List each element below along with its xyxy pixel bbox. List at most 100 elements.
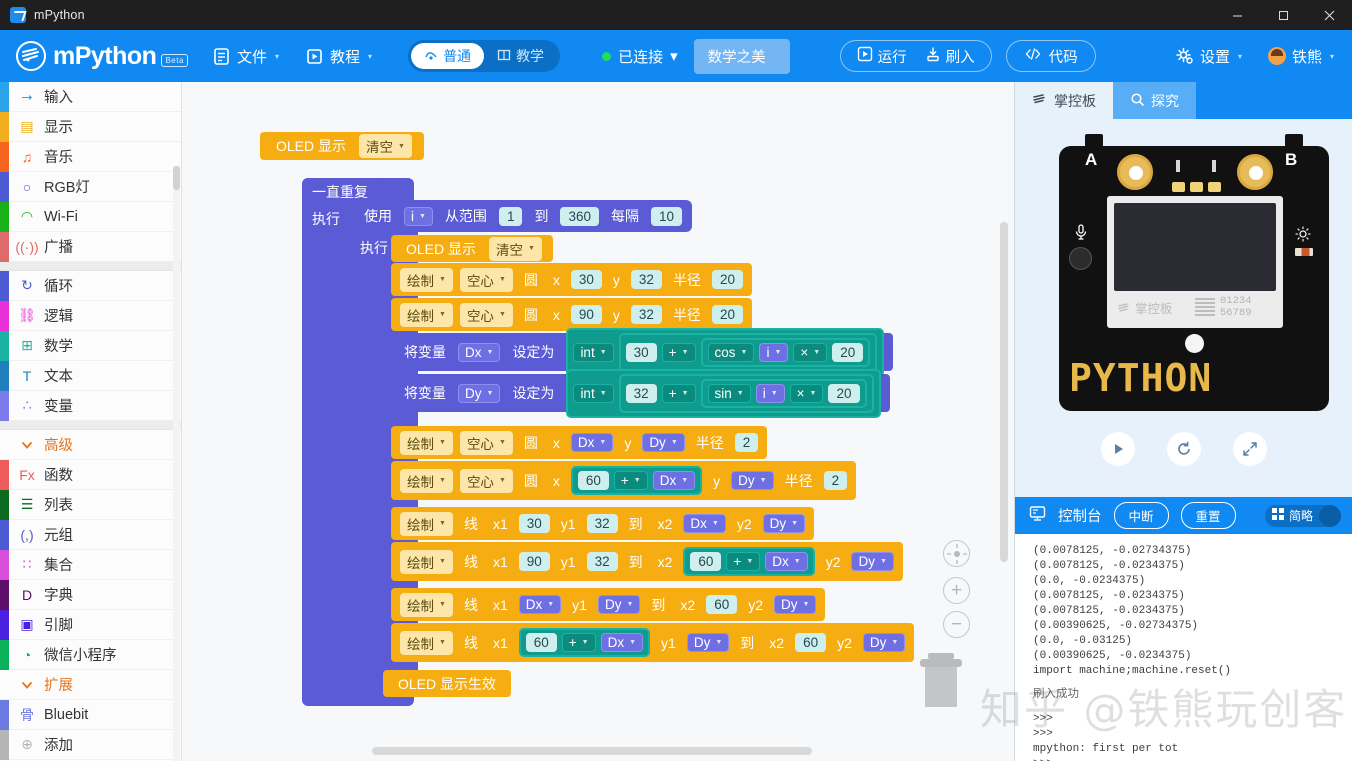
draw-mode-dropdown[interactable]: 绘制 ▼ bbox=[400, 511, 453, 536]
sidebar-item-0[interactable]: Fx 函数 bbox=[0, 460, 181, 490]
circle-x-field[interactable]: 30 bbox=[570, 270, 602, 289]
circle-r-field[interactable]: 2 bbox=[823, 471, 848, 490]
block-draw-line-4[interactable]: 绘制 ▼ 线 x1 60 + ▼ Dx ▼ y1 Dy ▼ 到 x2 60 y2 Dy ▼ bbox=[391, 623, 915, 662]
sidebar-item-0[interactable]: ⾻ Bluebit bbox=[0, 700, 181, 730]
cast-dropdown[interactable]: int ▼ bbox=[573, 383, 614, 403]
draw-mode-dropdown[interactable]: 绘制 ▼ bbox=[400, 267, 453, 292]
sidebar-item-3[interactable]: ○ RGB灯 bbox=[0, 172, 181, 202]
line-x2-field[interactable]: 60 bbox=[706, 595, 738, 614]
sim-fullscreen-button[interactable] bbox=[1233, 432, 1267, 466]
flash-button[interactable]: 刷入 bbox=[925, 46, 975, 67]
sidebar-item-1[interactable]: ▤ 显示 bbox=[0, 112, 181, 142]
trig-block[interactable]: cos ▼ i ▼ × ▼ 20 bbox=[700, 337, 871, 367]
settings-button[interactable]: 设置 ▾ bbox=[1175, 46, 1242, 67]
operand-base-field[interactable]: 60 bbox=[577, 471, 609, 490]
draw-mode-dropdown[interactable]: 绘制 ▼ bbox=[400, 430, 453, 455]
operand-variable[interactable]: Dx ▼ bbox=[600, 633, 644, 652]
close-button[interactable] bbox=[1306, 0, 1352, 30]
fill-mode-dropdown[interactable]: 空心 ▼ bbox=[459, 267, 513, 292]
sidebar-scrollbar-track[interactable] bbox=[173, 166, 180, 761]
mode-teaching-tab[interactable]: 教学 bbox=[484, 43, 557, 69]
code-button[interactable]: 代码 bbox=[1005, 40, 1096, 72]
workspace-scrollbar-horizontal[interactable] bbox=[372, 747, 812, 755]
sidebar-item-3[interactable]: ∷ 集合 bbox=[0, 550, 181, 580]
console-brief-toggle[interactable]: 简略 bbox=[1265, 504, 1341, 527]
arith-block-add[interactable]: 60 + ▼ Dx ▼ bbox=[518, 628, 651, 657]
block-oled-show[interactable]: OLED 显示生效 bbox=[383, 670, 512, 697]
trig-arg-variable[interactable]: i ▼ bbox=[759, 342, 789, 362]
draw-mode-dropdown[interactable]: 绘制 ▼ bbox=[400, 592, 453, 617]
trig-function-dropdown[interactable]: cos ▼ bbox=[707, 342, 755, 362]
operator-dropdown[interactable]: + ▼ bbox=[661, 383, 696, 403]
line-y1-field[interactable]: 32 bbox=[586, 514, 618, 533]
trash-can-icon[interactable] bbox=[914, 645, 968, 709]
trig-arg-variable[interactable]: i ▼ bbox=[755, 383, 785, 403]
sidebar-group-extension[interactable]: 扩展 bbox=[0, 670, 181, 700]
circle-r-field[interactable]: 20 bbox=[711, 270, 743, 289]
sidebar-item-1[interactable]: ☰ 列表 bbox=[0, 490, 181, 520]
circle-y-variable[interactable]: Dy ▼ bbox=[731, 471, 774, 490]
multiply-operator-dropdown[interactable]: × ▼ bbox=[789, 383, 824, 403]
connection-status[interactable]: 已连接 ▾ bbox=[602, 46, 678, 67]
home-button-icon[interactable] bbox=[1185, 334, 1204, 353]
variable-dropdown[interactable]: Dx ▼ bbox=[458, 342, 501, 362]
line-x2-field[interactable]: 60 bbox=[795, 633, 827, 652]
line-y1-variable[interactable]: Dy ▼ bbox=[686, 633, 730, 652]
project-name-field[interactable]: 数学之美 bbox=[693, 38, 790, 74]
draw-mode-dropdown[interactable]: 绘制 ▼ bbox=[400, 468, 453, 493]
sidebar-item-2[interactable]: ⊞ 数学 bbox=[0, 331, 181, 361]
sidebar-item-2[interactable]: ♫ 音乐 bbox=[0, 142, 181, 172]
block-oled-clear-top[interactable]: OLED 显示 清空 ▼ bbox=[260, 132, 424, 160]
board-simulator[interactable]: A B 掌控板 01234 56789 PYTHON bbox=[1059, 134, 1329, 411]
line-x1-variable[interactable]: Dx ▼ bbox=[518, 595, 562, 614]
multiplier-field[interactable]: 20 bbox=[832, 342, 864, 362]
console-interrupt-button[interactable]: 中断 bbox=[1113, 502, 1169, 529]
draw-mode-dropdown[interactable]: 绘制 ▼ bbox=[400, 302, 453, 327]
fill-mode-dropdown[interactable]: 空心 ▼ bbox=[459, 430, 513, 455]
sidebar-scrollbar-thumb[interactable] bbox=[173, 166, 180, 190]
sidebar-item-4[interactable]: ◠ Wi-Fi bbox=[0, 202, 181, 232]
int-cast-block[interactable]: int ▼ 32 + ▼ sin ▼ i ▼ × ▼ 20 bbox=[566, 368, 881, 418]
arith-block-add[interactable]: 30 + ▼ cos ▼ i ▼ × ▼ 20 bbox=[618, 332, 878, 372]
arith-block-add[interactable]: 60 + ▼ Dx ▼ bbox=[683, 547, 815, 576]
sidebar-item-1[interactable]: ⊕ 添加 bbox=[0, 730, 181, 760]
run-button[interactable]: 运行 bbox=[857, 46, 907, 67]
zoom-in-button[interactable]: + bbox=[943, 577, 970, 604]
block-draw-circle-3[interactable]: 绘制 ▼ 空心 ▼ 圆 x Dx ▼ y Dy ▼ 半径 2 bbox=[391, 426, 768, 459]
sidebar-item-6[interactable]: ◔ 微信小程序 bbox=[0, 640, 181, 670]
category-sidebar[interactable]: ⭢ 输入 ▤ 显示 ♫ 音乐 ○ RGB灯 ◠ Wi-Fi ((·)) 广播 ↻ 循环 ⛓ 逻辑 ⊞ 数学 T 文本… bbox=[0, 82, 182, 761]
operator-dropdown[interactable]: + ▼ bbox=[613, 471, 648, 490]
sidebar-item-4[interactable]: D 字典 bbox=[0, 580, 181, 610]
line-x1-field[interactable]: 90 bbox=[518, 552, 550, 571]
block-draw-line-3[interactable]: 绘制 ▼ 线 x1 Dx ▼ y1 Dy ▼ 到 x2 60 y2 Dy ▼ bbox=[391, 588, 826, 621]
loop-end-field[interactable]: 360 bbox=[560, 206, 599, 226]
block-draw-circle-4[interactable]: 绘制 ▼ 空心 ▼ 圆 x 60 + ▼ Dx ▼ y Dy ▼ 半径 2 bbox=[391, 461, 857, 500]
trig-function-dropdown[interactable]: sin ▼ bbox=[707, 383, 751, 403]
block-draw-line-1[interactable]: 绘制 ▼ 线 x1 30 y1 32 到 x2 Dx ▼ y2 Dy ▼ bbox=[391, 507, 815, 540]
mode-normal-tab[interactable]: 普通 bbox=[411, 43, 485, 69]
multiply-operator-dropdown[interactable]: × ▼ bbox=[793, 342, 828, 362]
sidebar-group-advanced[interactable]: 高级 bbox=[0, 430, 181, 460]
maximize-button[interactable] bbox=[1260, 0, 1306, 30]
cast-dropdown[interactable]: int ▼ bbox=[573, 342, 614, 362]
line-x1-field[interactable]: 30 bbox=[518, 514, 550, 533]
trig-block[interactable]: sin ▼ i ▼ × ▼ 20 bbox=[700, 378, 867, 408]
block-draw-circle-2[interactable]: 绘制 ▼ 空心 ▼ 圆 x 90 y 32 半径 20 bbox=[391, 298, 752, 331]
line-y1-variable[interactable]: Dy ▼ bbox=[597, 595, 641, 614]
workspace-scrollbar-vertical[interactable] bbox=[1000, 222, 1008, 562]
line-x2-variable[interactable]: Dx ▼ bbox=[683, 514, 726, 533]
operand-variable[interactable]: Dx ▼ bbox=[765, 552, 808, 571]
line-y2-variable[interactable]: Dy ▼ bbox=[851, 552, 894, 571]
minimize-button[interactable] bbox=[1214, 0, 1260, 30]
sidebar-item-2[interactable]: (,) 元组 bbox=[0, 520, 181, 550]
user-menu[interactable]: 铁熊 ▾ bbox=[1267, 46, 1334, 67]
operand-variable[interactable]: Dx ▼ bbox=[652, 471, 696, 490]
sidebar-item-0[interactable]: ⭢ 输入 bbox=[0, 82, 181, 112]
block-set-variable-dx[interactable]: 将变量 Dx ▼ 设定为 int ▼ 30 + ▼ cos ▼ i ▼ × ▼ 20 bbox=[391, 327, 894, 377]
center-blocks-button[interactable] bbox=[943, 540, 970, 567]
variable-dropdown[interactable]: Dy ▼ bbox=[458, 383, 501, 403]
zoom-out-button[interactable]: − bbox=[943, 611, 970, 638]
multiplier-field[interactable]: 20 bbox=[828, 383, 860, 403]
circle-y-variable[interactable]: Dy ▼ bbox=[642, 433, 685, 452]
sidebar-item-5[interactable]: ((·)) 广播 bbox=[0, 232, 181, 262]
